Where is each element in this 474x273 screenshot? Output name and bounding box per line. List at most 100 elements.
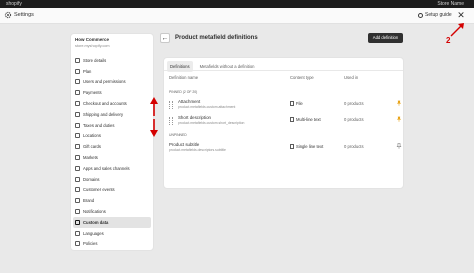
setup-guide-label: Setup guide — [425, 12, 452, 18]
text-icon — [290, 117, 294, 122]
shipping-icon — [75, 111, 80, 117]
table-row[interactable]: Short description product.metafields.cus… — [164, 115, 403, 129]
window-title: Settings — [14, 12, 34, 18]
definitions-card: Definitions Metafields without a definit… — [163, 57, 404, 189]
sidebar-item-label: Users and permissions — [83, 79, 126, 85]
sidebar-item-label: Apps and sales channels — [83, 165, 130, 171]
sidebar-item-policies[interactable]: Policies — [73, 239, 151, 250]
drag-handle-icon[interactable] — [169, 101, 173, 109]
pin-icon[interactable] — [396, 116, 402, 122]
content-type: Single line text — [290, 144, 323, 149]
pin-icon[interactable] — [396, 100, 402, 106]
domains-icon — [75, 176, 80, 182]
sidebar-item-payments[interactable]: Payments — [73, 87, 151, 98]
sidebar-item-markets[interactable]: Markets — [73, 152, 151, 163]
pinned-section-label: PINNED (2 OF 20) — [169, 90, 198, 94]
add-definition-button[interactable]: Add definition — [368, 33, 403, 43]
definition-name[interactable]: Short description — [178, 115, 211, 120]
settings-header: Settings Setup guide ✕ — [0, 8, 474, 24]
sidebar-item-locations[interactable]: Locations — [73, 131, 151, 142]
sidebar-item-notifications[interactable]: Notifications — [73, 206, 151, 217]
sidebar-item-brand[interactable]: Brand — [73, 195, 151, 206]
sidebar-item-checkout-and-accounts[interactable]: Checkout and accounts — [73, 98, 151, 109]
sidebar-item-label: Store details — [83, 57, 107, 63]
location-icon — [75, 133, 80, 139]
annotation-number: 2 — [446, 36, 451, 45]
pin-outline-icon[interactable] — [396, 143, 402, 149]
languages-icon — [75, 230, 80, 236]
sidebar-item-label: Custom data — [83, 219, 109, 225]
settings-nav: Store details Plan Users and permissions Pa… — [73, 55, 151, 249]
divider — [164, 70, 403, 71]
definition-name[interactable]: Attachment — [178, 99, 200, 104]
content-type-label: File — [296, 101, 303, 106]
apps-icon — [75, 165, 80, 171]
sidebar-item-label: Taxes and duties — [83, 122, 115, 128]
definition-key: product.metafields.custom.short_descript… — [178, 121, 245, 125]
sidebar-item-label: Languages — [83, 230, 104, 236]
used-in: 0 products — [344, 144, 364, 149]
sidebar-item-label: Notifications — [83, 209, 106, 215]
store-icon — [75, 57, 80, 63]
sidebar-item-label: Locations — [83, 133, 101, 139]
sidebar-item-users-and-permissions[interactable]: Users and permissions — [73, 77, 151, 88]
sidebar-item-label: Policies — [83, 241, 98, 247]
file-icon — [290, 101, 294, 106]
markets-icon — [75, 155, 80, 161]
sidebar-item-label: Markets — [83, 155, 98, 161]
notifications-icon — [75, 209, 80, 215]
custom-data-icon — [75, 219, 80, 225]
content-type: File — [290, 101, 303, 106]
users-icon — [75, 79, 80, 85]
text-icon — [290, 144, 294, 149]
sidebar-item-shipping-and-delivery[interactable]: Shipping and delivery — [73, 109, 151, 120]
sidebar-item-label: Customer events — [83, 187, 115, 193]
sidebar-item-label: Shipping and delivery — [83, 111, 124, 117]
content-type-label: Single line text — [296, 144, 324, 149]
sidebar-item-gift-cards[interactable]: Gift cards — [73, 141, 151, 152]
definition-key: product.metafields.custom.attachment — [178, 105, 236, 109]
customer-events-icon — [75, 187, 80, 193]
sidebar-item-plan[interactable]: Plan — [73, 66, 151, 77]
sidebar-item-customer-events[interactable]: Customer events — [73, 185, 151, 196]
column-header-type: Content type — [290, 75, 314, 80]
close-icon[interactable]: ✕ — [456, 10, 466, 20]
column-header-used: Used in — [344, 75, 359, 80]
gift-card-icon — [75, 144, 80, 150]
sidebar-item-domains[interactable]: Domains — [73, 174, 151, 185]
definition-key: product.metafields.descriptors.subtitle — [169, 148, 226, 152]
policies-icon — [75, 241, 80, 247]
setup-guide-button[interactable]: Setup guide — [418, 11, 452, 20]
sidebar-item-store-details[interactable]: Store details — [73, 55, 151, 66]
taxes-icon — [75, 122, 80, 128]
unpinned-section-label: UNPINNED — [169, 133, 187, 137]
back-button[interactable]: ← — [160, 33, 170, 43]
used-in: 0 products — [344, 117, 364, 122]
sidebar-item-languages[interactable]: Languages — [73, 228, 151, 239]
setup-guide-icon — [418, 13, 423, 18]
sidebar-item-label: Gift cards — [83, 144, 101, 150]
payments-icon — [75, 90, 80, 96]
used-in: 0 products — [344, 101, 364, 106]
table-row[interactable]: Attachment product.metafields.custom.att… — [164, 99, 403, 113]
sidebar-item-taxes-and-duties[interactable]: Taxes and duties — [73, 120, 151, 131]
table-header: Definition name Content type Used in — [164, 75, 403, 85]
pointer-arrow-annotation — [450, 23, 464, 37]
sidebar-item-label: Payments — [83, 90, 102, 96]
user-menu[interactable]: Store Name — [437, 0, 464, 8]
brand-icon — [75, 198, 80, 204]
definition-name[interactable]: Product subtitle — [169, 142, 199, 147]
gear-icon — [4, 11, 12, 19]
sidebar-item-custom-data[interactable]: Custom data — [73, 216, 151, 228]
settings-sidebar: How Commerce store.myshopify.com Store d… — [70, 33, 154, 251]
drag-handle-icon[interactable] — [169, 117, 173, 125]
page-title: Product metafield definitions — [175, 35, 258, 41]
sidebar-item-label: Checkout and accounts — [83, 101, 127, 107]
plan-icon — [75, 68, 80, 74]
sidebar-item-apps-and-sales-channels[interactable]: Apps and sales channels — [73, 163, 151, 174]
table-row[interactable]: Product subtitle product.metafields.desc… — [164, 142, 403, 156]
content-type-label: Multi-line text — [296, 117, 321, 122]
sidebar-item-label: Domains — [83, 176, 100, 182]
checkout-icon — [75, 101, 80, 107]
column-header-name[interactable]: Definition name — [169, 75, 198, 80]
